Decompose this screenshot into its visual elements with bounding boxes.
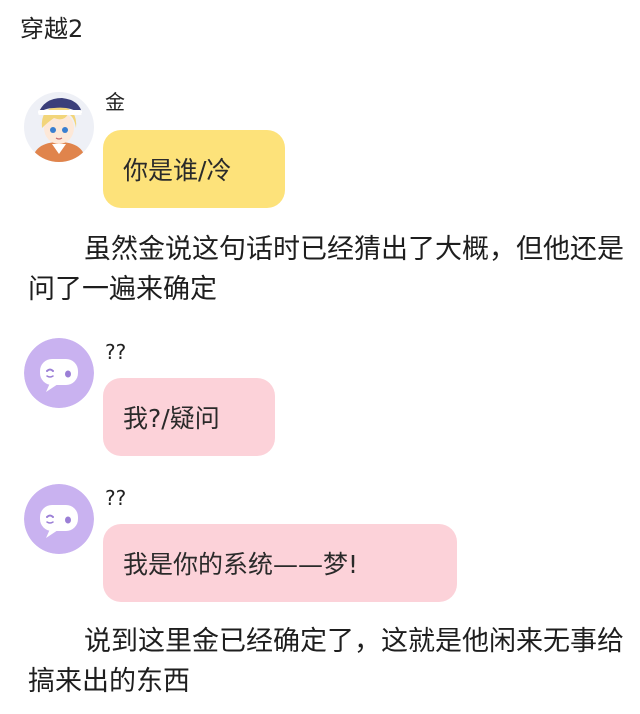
avatar[interactable] — [24, 484, 94, 554]
sender-name: 金 — [105, 90, 125, 114]
message-bubble[interactable]: 我?/疑问 — [103, 378, 275, 456]
avatar[interactable] — [24, 338, 94, 408]
message-bubble[interactable]: 你是谁/冷 — [103, 130, 285, 208]
sender-name: ?? — [105, 340, 127, 364]
message-text: 我?/疑问 — [123, 404, 220, 433]
message-text: 我是你的系统——梦! — [123, 550, 359, 579]
narration-paragraph: 说到这里金已经确定了，这就是他闲来无事给搞来出的东西 — [28, 626, 624, 697]
page-title: 穿越2 — [20, 15, 84, 43]
avatar[interactable] — [24, 92, 94, 162]
message-bubble[interactable]: 我是你的系统——梦! — [103, 524, 457, 602]
message-text: 你是谁/冷 — [123, 156, 232, 185]
narration-paragraph: 虽然金说这句话时已经猜出了大概，但他还是问了一遍来确定 — [28, 234, 624, 305]
sender-name: ?? — [105, 486, 127, 510]
